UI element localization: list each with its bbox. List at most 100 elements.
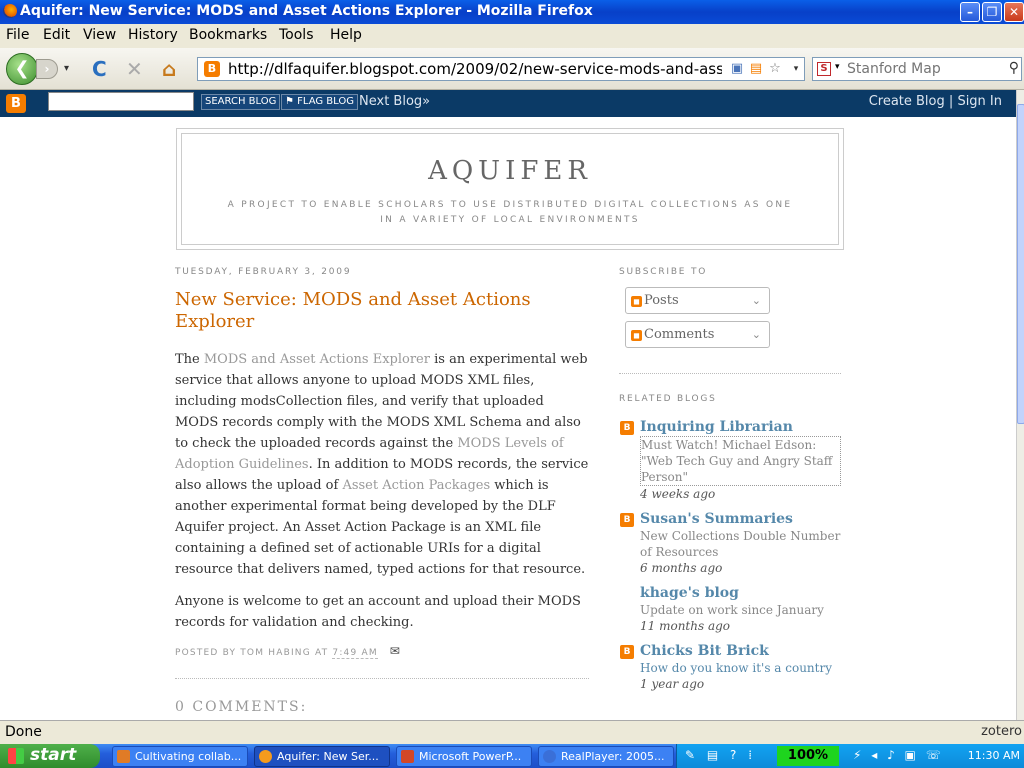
- chevron-down-icon: ⌄: [751, 294, 761, 307]
- url-text[interactable]: http://dlfaquifer.blogspot.com/2009/02/n…: [228, 60, 722, 78]
- related-blog-name[interactable]: Chicks Bit Brick: [640, 642, 841, 660]
- app-icon: [117, 750, 130, 763]
- tray-icons[interactable]: ✎ ▤ ? ⁞: [685, 748, 756, 762]
- menu-bar: File Edit View History Bookmarks Tools H…: [0, 24, 1024, 48]
- start-button[interactable]: start: [0, 744, 100, 768]
- email-post-icon[interactable]: ✉: [390, 644, 400, 658]
- related-blog-name[interactable]: khage's blog: [640, 584, 841, 602]
- page-icon[interactable]: ▣: [729, 61, 745, 77]
- divider: [175, 678, 589, 679]
- subscribe-posts-label: Posts: [644, 293, 679, 308]
- close-button[interactable]: ✕: [1004, 2, 1024, 22]
- blogger-icon: B: [620, 645, 634, 659]
- related-blog-post-link[interactable]: Must Watch! Michael Edson: "Web Tech Guy…: [640, 436, 841, 486]
- create-blog-link[interactable]: Create Blog: [869, 94, 945, 109]
- post-paragraph: Anyone is welcome to get an account and …: [175, 594, 581, 630]
- page-content: AQUIFER A PROJECT TO ENABLE SCHOLARS TO …: [0, 117, 1016, 720]
- window-title-bar[interactable]: Aquifer: New Service: MODS and Asset Act…: [0, 0, 1024, 24]
- main-column: TUESDAY, FEBRUARY 3, 2009 New Service: M…: [175, 267, 589, 715]
- related-blog-post-link[interactable]: New Collections Double Number of Resourc…: [640, 528, 841, 560]
- comments-heading: 0 COMMENTS:: [175, 699, 308, 715]
- reload-button[interactable]: C: [92, 57, 107, 81]
- powerpoint-icon: [401, 750, 414, 763]
- history-dropdown-icon[interactable]: ▾: [64, 63, 69, 74]
- subscribe-heading: SUBSCRIBE TO: [619, 267, 708, 277]
- mods-explorer-link[interactable]: MODS and Asset Actions Explorer: [204, 352, 430, 367]
- taskbar-item-label: RealPlayer: 2005...: [561, 750, 665, 763]
- zotero-button[interactable]: zotero: [981, 724, 1022, 739]
- subscribe-posts-dropdown[interactable]: ◼ Posts ⌄: [625, 287, 770, 314]
- menu-view[interactable]: View: [83, 27, 116, 43]
- firefox-icon: [3, 4, 17, 18]
- minimize-button[interactable]: –: [960, 2, 980, 22]
- search-blog-button[interactable]: SEARCH BLOG: [201, 94, 281, 110]
- blog-title[interactable]: AQUIFER: [182, 156, 838, 186]
- rss-feed-icon[interactable]: ▤: [748, 61, 764, 77]
- post-footer: POSTED BY TOM HABING AT 7:49 AM ✉: [175, 644, 589, 659]
- search-input[interactable]: [847, 60, 997, 78]
- blogger-logo-icon[interactable]: B: [6, 94, 26, 113]
- start-label: start: [30, 745, 77, 765]
- posted-by: POSTED BY TOM HABING AT: [175, 648, 333, 658]
- status-bar: Done zotero: [0, 720, 1024, 744]
- back-button[interactable]: ❮: [6, 53, 38, 85]
- zoom-indicator[interactable]: 100%: [777, 746, 839, 766]
- search-icon[interactable]: ⚲: [1009, 60, 1019, 76]
- taskbar-item[interactable]: Microsoft PowerP...: [396, 746, 532, 767]
- bookmark-star-icon[interactable]: ☆: [767, 61, 783, 77]
- scrollbar-thumb[interactable]: [1017, 104, 1024, 424]
- home-button[interactable]: ⌂: [162, 57, 176, 81]
- menu-bookmarks[interactable]: Bookmarks: [189, 27, 267, 43]
- firefox-icon: [259, 750, 272, 763]
- stop-button[interactable]: ✕: [126, 57, 143, 81]
- related-blog-item: B Inquiring Librarian Must Watch! Michae…: [619, 418, 841, 502]
- asset-action-packages-link[interactable]: Asset Action Packages: [342, 478, 490, 493]
- taskbar-item-label: Aquifer: New Ser...: [277, 750, 379, 763]
- chevron-down-icon: ⌄: [751, 328, 761, 341]
- post-timestamp-link[interactable]: 7:49 AM: [332, 648, 378, 659]
- next-blog-link[interactable]: Next Blog»: [359, 94, 430, 109]
- related-blog-age: 11 months ago: [640, 619, 730, 633]
- url-dropdown-icon[interactable]: ▾: [788, 61, 804, 77]
- flag-blog-button[interactable]: ⚑ FLAG BLOG: [281, 94, 358, 110]
- engine-dropdown-icon[interactable]: ▾: [835, 62, 840, 72]
- menu-help[interactable]: Help: [330, 27, 362, 43]
- sign-in-link[interactable]: Sign In: [957, 94, 1002, 109]
- menu-edit[interactable]: Edit: [43, 27, 70, 43]
- system-tray: ✎ ▤ ? ⁞ 100% ⚡ ◂ ♪ ▣ ☏ 11:30 AM: [676, 744, 1024, 768]
- sidebar: SUBSCRIBE TO ◼ Posts ⌄ ◼ Comments ⌄ RELATED …: [619, 267, 841, 700]
- vertical-scrollbar[interactable]: [1016, 90, 1024, 720]
- post-title[interactable]: New Service: MODS and Asset Actions Expl…: [175, 289, 589, 333]
- subscribe-comments-label: Comments: [644, 327, 715, 342]
- taskbar-item[interactable]: Aquifer: New Ser...: [254, 746, 390, 767]
- related-blog-post-link[interactable]: Update on work since January: [640, 602, 841, 618]
- related-blog-name[interactable]: Inquiring Librarian: [640, 418, 841, 436]
- flag-blog-label: FLAG BLOG: [297, 96, 354, 107]
- search-bar[interactable]: S ▾ ⚲: [812, 57, 1022, 81]
- menu-tools[interactable]: Tools: [279, 27, 314, 43]
- flag-icon: ⚑: [285, 96, 298, 107]
- taskbar-item[interactable]: Cultivating collab...: [112, 746, 248, 767]
- feed-icon: ◼: [631, 296, 642, 307]
- blog-header: AQUIFER A PROJECT TO ENABLE SCHOLARS TO …: [176, 128, 844, 250]
- related-blog-name[interactable]: Susan's Summaries: [640, 510, 841, 528]
- blog-header-inner: AQUIFER A PROJECT TO ENABLE SCHOLARS TO …: [181, 133, 839, 245]
- address-bar[interactable]: B http://dlfaquifer.blogspot.com/2009/02…: [197, 57, 805, 81]
- forward-button[interactable]: ›: [36, 59, 58, 79]
- maximize-button[interactable]: ❐: [982, 2, 1002, 22]
- blogger-navbar: B SEARCH BLOG ⚑ FLAG BLOG Next Blog» Cre…: [0, 90, 1016, 117]
- status-text: Done: [5, 724, 42, 740]
- taskbar-item[interactable]: RealPlayer: 2005...: [538, 746, 674, 767]
- menu-file[interactable]: File: [6, 27, 29, 43]
- realplayer-icon: [543, 750, 556, 763]
- divider: [619, 373, 841, 374]
- window-title: Aquifer: New Service: MODS and Asset Act…: [20, 3, 593, 19]
- feed-icon: ◼: [631, 330, 642, 341]
- subscribe-comments-dropdown[interactable]: ◼ Comments ⌄: [625, 321, 770, 348]
- related-blog-item: khage's blog Update on work since Januar…: [619, 584, 841, 634]
- related-blog-post-link[interactable]: How do you know it's a country: [640, 660, 841, 676]
- blog-search-input[interactable]: [48, 92, 194, 111]
- menu-history[interactable]: History: [128, 27, 178, 43]
- tray-icons-2[interactable]: ⚡ ◂ ♪ ▣ ☏: [853, 748, 944, 762]
- search-engine-icon[interactable]: S: [817, 62, 831, 76]
